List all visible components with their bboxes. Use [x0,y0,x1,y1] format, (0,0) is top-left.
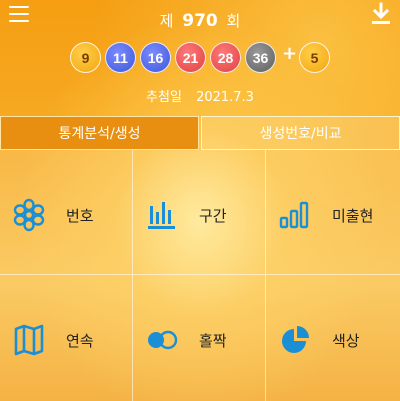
menu-item-label: 구간 [199,207,227,225]
flower-icon [12,198,46,232]
app-root: 제 970 회 9 11 16 21 28 36 5 + 추첨일 2021.7.… [0,0,400,401]
bar-chart-icon [145,198,179,232]
tab-generated-numbers[interactable]: 생성번호/비교 [201,116,400,150]
menu-item-consecutive[interactable]: 연속 [0,275,133,401]
menu-item-sections[interactable]: 구간 [133,150,266,275]
draw-title: 제 970 회 [0,10,400,31]
menu-item-label: 홀짝 [199,332,227,350]
bonus-ball: 5 [299,42,330,73]
menu-item-label: 번호 [66,207,94,225]
tab-bar: 통계분석/생성 생성번호/비교 [0,116,400,150]
menu-item-label: 색상 [332,332,360,350]
toggle-circles-icon [145,323,179,357]
menu-item-odd-even[interactable]: 홀짝 [133,275,266,401]
draw-number: 970 [182,11,218,31]
menu-item-colors[interactable]: 색상 [266,275,400,401]
winning-numbers: 9 11 16 21 28 36 5 [0,42,400,74]
number-ball: 16 [140,42,171,73]
number-ball: 21 [175,42,206,73]
draw-date: 추첨일 2021.7.3 [0,86,400,105]
header: 제 970 회 9 11 16 21 28 36 5 + 추첨일 2021.7.… [0,0,400,116]
menu-item-label: 연속 [66,332,94,350]
number-ball: 36 [245,42,276,73]
draw-prefix: 제 [159,12,174,30]
draw-date-label: 추첨일 [146,90,182,105]
menu-item-label: 미출현 [332,207,374,225]
pie-chart-icon [278,323,312,357]
tab-statistics[interactable]: 통계분석/생성 [0,116,199,150]
number-ball: 28 [210,42,241,73]
number-ball: 11 [105,42,136,73]
draw-date-value: 2021.7.3 [196,90,254,105]
menu-grid: 번호 구간 미출현 연속 홀짝 색상 [0,150,400,401]
menu-item-not-appeared[interactable]: 미출현 [266,150,400,275]
menu-item-numbers[interactable]: 번호 [0,150,133,275]
plus-sign: + [282,43,298,64]
signal-bars-icon [278,198,312,232]
map-icon [12,323,46,357]
draw-suffix: 회 [226,12,241,30]
number-ball: 9 [70,42,101,73]
